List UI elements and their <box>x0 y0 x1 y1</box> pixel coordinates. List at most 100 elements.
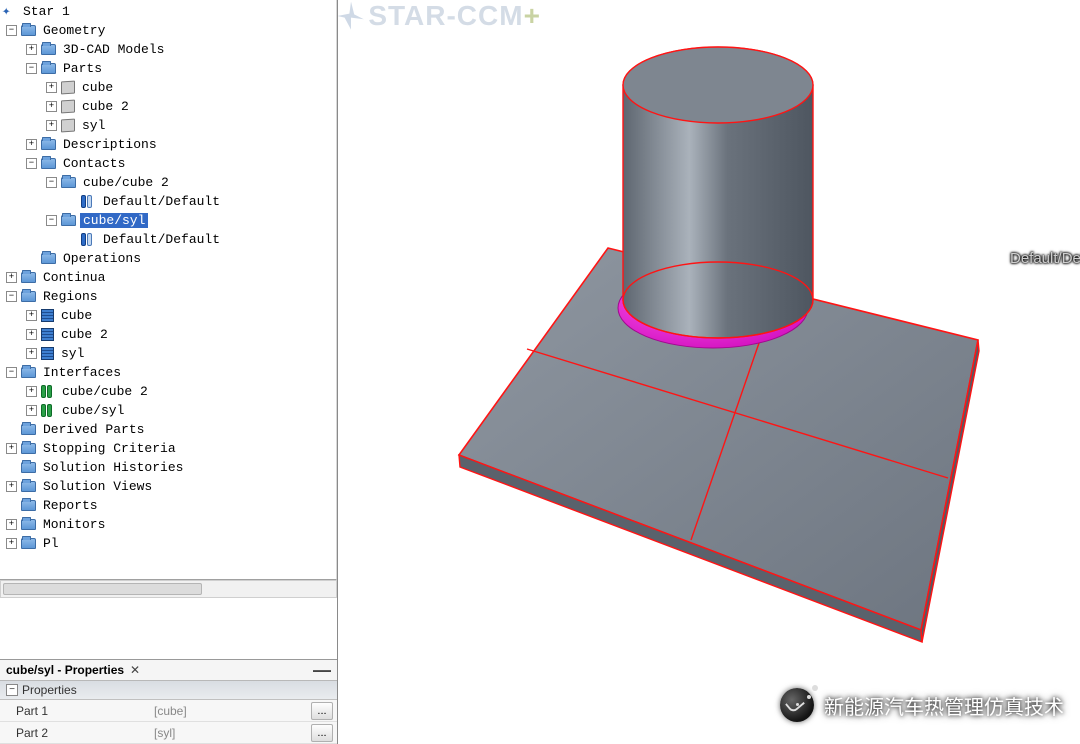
expand-icon[interactable]: + <box>6 519 17 530</box>
browse-button[interactable]: ... <box>311 702 333 720</box>
node-operations[interactable]: Operations <box>0 249 336 268</box>
expand-icon[interactable]: + <box>26 310 37 321</box>
node-cad-models[interactable]: + 3D-CAD Models <box>0 40 336 59</box>
folder-icon <box>21 25 36 36</box>
node-solution-histories[interactable]: Solution Histories <box>0 458 336 477</box>
node-label: Operations <box>60 251 144 266</box>
node-region-cube2[interactable]: + cube 2 <box>0 325 336 344</box>
node-continua[interactable]: + Continua <box>0 268 336 287</box>
expand-icon[interactable]: + <box>26 386 37 397</box>
expand-icon[interactable]: + <box>46 120 57 131</box>
node-label: 3D-CAD Models <box>60 42 167 57</box>
expand-icon[interactable]: + <box>26 329 37 340</box>
node-part-cube[interactable]: + cube <box>0 78 336 97</box>
expand-icon[interactable]: + <box>46 101 57 112</box>
node-label: cube 2 <box>79 99 132 114</box>
watermark: 新能源汽车热管理仿真技术 <box>780 688 1064 722</box>
scrollbar-thumb[interactable] <box>3 583 202 595</box>
collapse-icon[interactable]: − <box>6 291 17 302</box>
3d-viewport[interactable]: STAR-CCM+ <box>338 0 1080 744</box>
interface-icon <box>41 404 55 417</box>
expand-icon[interactable]: + <box>6 272 17 283</box>
expand-icon[interactable]: + <box>26 139 37 150</box>
properties-tab[interactable]: cube/syl - Properties ✕ — <box>0 660 337 681</box>
node-plots-truncated[interactable]: + Pl <box>0 534 336 553</box>
region-icon <box>41 309 54 322</box>
node-geometry[interactable]: − Geometry <box>0 21 336 40</box>
part-icon <box>61 81 75 95</box>
node-contact-default-b[interactable]: Default/Default <box>0 230 336 249</box>
node-descriptions[interactable]: + Descriptions <box>0 135 336 154</box>
node-contacts[interactable]: − Contacts <box>0 154 336 173</box>
node-regions[interactable]: − Regions <box>0 287 336 306</box>
folder-icon <box>41 63 56 74</box>
watermark-text: 新能源汽车热管理仿真技术 <box>824 691 1064 720</box>
node-contact-cube-cube2[interactable]: − cube/cube 2 <box>0 173 336 192</box>
scene-annotation: Default/Default <box>1010 250 1080 267</box>
star-icon: ✦ <box>2 5 16 19</box>
node-label: Regions <box>40 289 101 304</box>
wechat-icon <box>780 688 814 722</box>
node-reports[interactable]: Reports <box>0 496 336 515</box>
node-label: Stopping Criteria <box>40 441 179 456</box>
property-row[interactable]: Part 2 [syl] ... <box>0 722 337 744</box>
collapse-icon[interactable]: − <box>6 684 18 696</box>
folder-icon <box>21 443 36 454</box>
expand-icon[interactable]: + <box>26 405 37 416</box>
folder-icon <box>21 272 36 283</box>
node-part-syl[interactable]: + syl <box>0 116 336 135</box>
node-label: Descriptions <box>60 137 160 152</box>
collapse-icon[interactable]: − <box>46 215 57 226</box>
node-monitors[interactable]: + Monitors <box>0 515 336 534</box>
collapse-icon[interactable]: − <box>26 158 37 169</box>
contact-pair-icon <box>81 233 96 246</box>
node-derived-parts[interactable]: Derived Parts <box>0 420 336 439</box>
property-value: [cube] <box>150 702 311 720</box>
node-label: cube/cube 2 <box>59 384 151 399</box>
node-interface-a[interactable]: + cube/cube 2 <box>0 382 336 401</box>
tree-pane[interactable]: ✦ Star 1 − Geometry + 3D-CAD Models <box>0 0 337 580</box>
node-interface-b[interactable]: + cube/syl <box>0 401 336 420</box>
node-parts[interactable]: − Parts <box>0 59 336 78</box>
node-region-cube[interactable]: + cube <box>0 306 336 325</box>
part-icon <box>61 100 75 114</box>
property-row[interactable]: Part 1 [cube] ... <box>0 700 337 722</box>
node-contact-default-a[interactable]: Default/Default <box>0 192 336 211</box>
node-label: cube 2 <box>58 327 111 342</box>
collapse-icon[interactable]: − <box>6 25 17 36</box>
expand-icon[interactable]: + <box>6 538 17 549</box>
folder-icon <box>61 177 76 188</box>
node-region-syl[interactable]: + syl <box>0 344 336 363</box>
node-label-selected: cube/syl <box>80 213 148 228</box>
node-label: Default/Default <box>100 232 223 247</box>
expand-icon[interactable]: + <box>6 443 17 454</box>
node-part-cube2[interactable]: + cube 2 <box>0 97 336 116</box>
expand-icon[interactable]: + <box>46 82 57 93</box>
expand-icon[interactable]: + <box>26 44 37 55</box>
node-label: syl <box>58 346 87 361</box>
folder-icon <box>21 500 36 511</box>
node-sim-root[interactable]: ✦ Star 1 <box>0 2 336 21</box>
browse-button[interactable]: ... <box>311 724 333 742</box>
close-icon[interactable]: ✕ <box>130 663 140 677</box>
expand-icon[interactable]: + <box>6 481 17 492</box>
geometry-scene[interactable] <box>338 0 1080 744</box>
collapse-icon[interactable]: − <box>46 177 57 188</box>
node-contact-cube-syl[interactable]: − cube/syl <box>0 211 336 230</box>
minimize-icon[interactable]: — <box>313 665 331 675</box>
node-label: Solution Histories <box>40 460 186 475</box>
collapse-icon[interactable]: − <box>6 367 17 378</box>
node-solution-views[interactable]: + Solution Views <box>0 477 336 496</box>
property-name: Part 2 <box>0 724 150 742</box>
node-interfaces[interactable]: − Interfaces <box>0 363 336 382</box>
collapse-icon[interactable]: − <box>26 63 37 74</box>
property-value: [syl] <box>150 724 311 742</box>
part-icon <box>61 119 75 133</box>
node-stopping-criteria[interactable]: + Stopping Criteria <box>0 439 336 458</box>
folder-icon <box>41 139 56 150</box>
properties-section-header[interactable]: − Properties <box>0 681 337 700</box>
horizontal-scrollbar[interactable] <box>0 580 337 598</box>
region-icon <box>41 347 54 360</box>
folder-icon <box>21 481 36 492</box>
expand-icon[interactable]: + <box>26 348 37 359</box>
